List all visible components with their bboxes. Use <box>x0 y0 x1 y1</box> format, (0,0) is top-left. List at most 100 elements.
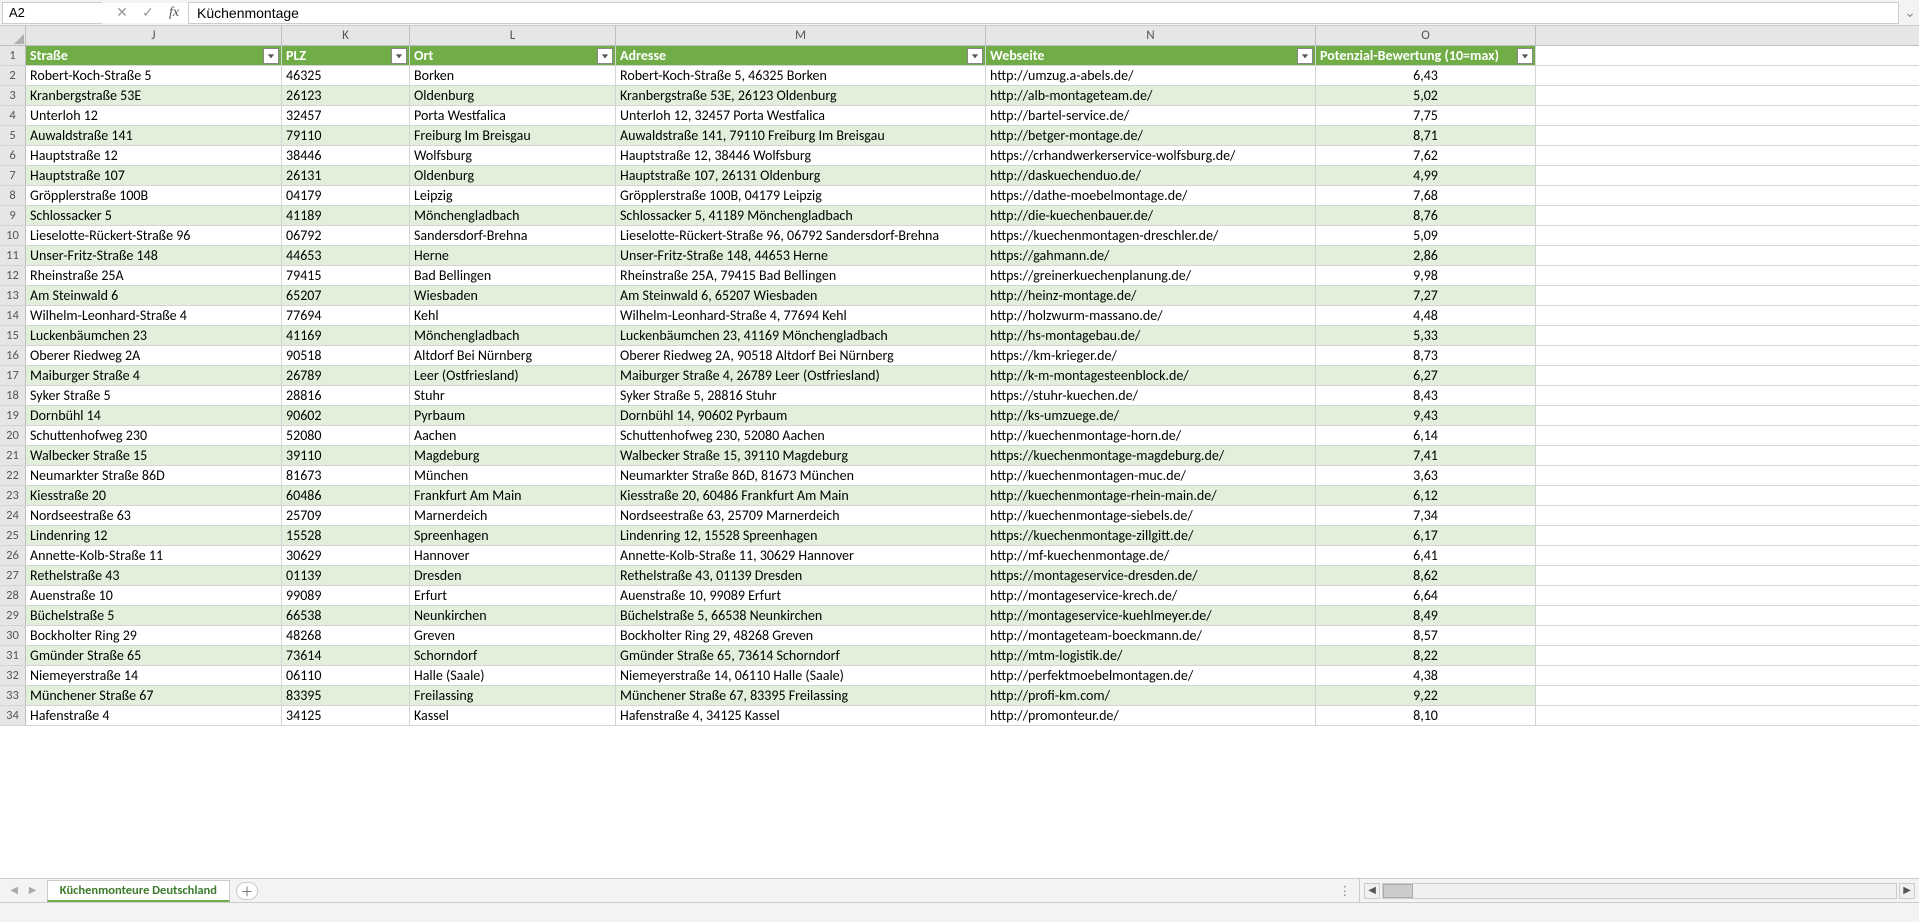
cell-O[interactable]: 8,73 <box>1316 346 1536 365</box>
cell-L[interactable]: Porta Westfalica <box>410 106 616 125</box>
cell-L[interactable]: Stuhr <box>410 386 616 405</box>
cell-M[interactable]: Kranbergstraße 53E, 26123 Oldenburg <box>616 86 986 105</box>
cell-O[interactable]: 5,33 <box>1316 326 1536 345</box>
cell-L[interactable]: Schorndorf <box>410 646 616 665</box>
cell-O[interactable]: 5,09 <box>1316 226 1536 245</box>
cell-K[interactable]: 38446 <box>282 146 410 165</box>
row-header[interactable]: 31 <box>0 646 26 665</box>
cell-K[interactable]: 04179 <box>282 186 410 205</box>
tab-split-handle[interactable]: ⋮ <box>1333 883 1360 899</box>
cell-L[interactable]: Leipzig <box>410 186 616 205</box>
cell-K[interactable]: 44653 <box>282 246 410 265</box>
cell-N[interactable]: https://km-krieger.de/ <box>986 346 1316 365</box>
cell-N[interactable]: http://kuechenmontage-rhein-main.de/ <box>986 486 1316 505</box>
filter-button[interactable] <box>597 48 613 64</box>
cell-M[interactable]: Schuttenhofweg 230, 52080 Aachen <box>616 426 986 445</box>
cell-L[interactable]: Wiesbaden <box>410 286 616 305</box>
cell-K[interactable]: 30629 <box>282 546 410 565</box>
cell-M[interactable]: Rheinstraße 25A, 79415 Bad Bellingen <box>616 266 986 285</box>
cell-O[interactable]: 8,57 <box>1316 626 1536 645</box>
cell-J[interactable]: Kranbergstraße 53E <box>26 86 282 105</box>
scroll-right-button[interactable]: ► <box>1899 883 1915 899</box>
cell-L[interactable]: Herne <box>410 246 616 265</box>
cell-M[interactable]: Rethelstraße 43, 01139 Dresden <box>616 566 986 585</box>
cell-K[interactable]: 01139 <box>282 566 410 585</box>
cell-O[interactable]: 2,86 <box>1316 246 1536 265</box>
cell-L[interactable]: Wolfsburg <box>410 146 616 165</box>
column-header-O[interactable]: O <box>1316 26 1536 45</box>
row-header[interactable]: 23 <box>0 486 26 505</box>
cell-N[interactable]: http://perfektmoebelmontagen.de/ <box>986 666 1316 685</box>
scroll-track[interactable] <box>1382 883 1897 899</box>
cell-K[interactable]: 65207 <box>282 286 410 305</box>
cell-O[interactable]: 6,12 <box>1316 486 1536 505</box>
cell-O[interactable]: 4,99 <box>1316 166 1536 185</box>
cell-J[interactable]: Neumarkter Straße 86D <box>26 466 282 485</box>
cell-O[interactable]: 8,71 <box>1316 126 1536 145</box>
scroll-left-button[interactable]: ◄ <box>1364 883 1380 899</box>
column-header-J[interactable]: J <box>26 26 282 45</box>
cell-J[interactable]: Gröpplerstraße 100B <box>26 186 282 205</box>
cell-N[interactable]: http://holzwurm-massano.de/ <box>986 306 1316 325</box>
cell-N[interactable]: https://stuhr-kuechen.de/ <box>986 386 1316 405</box>
cell-J[interactable]: Unterloh 12 <box>26 106 282 125</box>
cell-O[interactable]: 6,43 <box>1316 66 1536 85</box>
cell-K[interactable]: 28816 <box>282 386 410 405</box>
cell-L[interactable]: Mönchengladbach <box>410 326 616 345</box>
cell-N[interactable]: https://gahmann.de/ <box>986 246 1316 265</box>
cell-J[interactable]: Oberer Riedweg 2A <box>26 346 282 365</box>
cell-K[interactable]: 52080 <box>282 426 410 445</box>
cell-J[interactable]: Wilhelm-Leonhard-Straße 4 <box>26 306 282 325</box>
cell-N[interactable]: http://montageservice-kuehlmeyer.de/ <box>986 606 1316 625</box>
cell-M[interactable]: Nordseestraße 63, 25709 Marnerdeich <box>616 506 986 525</box>
cell-K[interactable]: 66538 <box>282 606 410 625</box>
cell-O[interactable]: 8,76 <box>1316 206 1536 225</box>
cell-J[interactable]: Hauptstraße 107 <box>26 166 282 185</box>
cell-N[interactable]: http://die-kuechenbauer.de/ <box>986 206 1316 225</box>
cell-M[interactable]: Büchelstraße 5, 66538 Neunkirchen <box>616 606 986 625</box>
cell-M[interactable]: Maiburger Straße 4, 26789 Leer (Ostfries… <box>616 366 986 385</box>
scroll-thumb[interactable] <box>1383 884 1413 898</box>
cell-J[interactable]: Syker Straße 5 <box>26 386 282 405</box>
cell-O[interactable]: 6,17 <box>1316 526 1536 545</box>
cell-K[interactable]: 26789 <box>282 366 410 385</box>
cell-L[interactable]: Kassel <box>410 706 616 725</box>
cell-M[interactable]: Walbecker Straße 15, 39110 Magdeburg <box>616 446 986 465</box>
cell-O[interactable]: 3,63 <box>1316 466 1536 485</box>
cell-J[interactable]: Niemeyerstraße 14 <box>26 666 282 685</box>
cell-N[interactable]: http://mf-kuechenmontage.de/ <box>986 546 1316 565</box>
filter-button[interactable] <box>967 48 983 64</box>
cell-L[interactable]: Kehl <box>410 306 616 325</box>
cell-K[interactable]: 41169 <box>282 326 410 345</box>
cell-M[interactable]: Neumarkter Straße 86D, 81673 München <box>616 466 986 485</box>
cell-O[interactable]: 9,22 <box>1316 686 1536 705</box>
cell-M[interactable]: Auenstraße 10, 99089 Erfurt <box>616 586 986 605</box>
filter-button[interactable] <box>391 48 407 64</box>
fx-icon[interactable]: fx <box>166 5 182 21</box>
cell-M[interactable]: Dornbühl 14, 90602 Pyrbaum <box>616 406 986 425</box>
cell-M[interactable]: Oberer Riedweg 2A, 90518 Altdorf Bei Nür… <box>616 346 986 365</box>
cell-J[interactable]: Robert-Koch-Straße 5 <box>26 66 282 85</box>
cell-N[interactable]: http://profi-km.com/ <box>986 686 1316 705</box>
cell-K[interactable]: 06110 <box>282 666 410 685</box>
cell-L[interactable]: Magdeburg <box>410 446 616 465</box>
cell-J[interactable]: Hauptstraße 12 <box>26 146 282 165</box>
cell-J[interactable]: Dornbühl 14 <box>26 406 282 425</box>
cell-J[interactable]: Nordseestraße 63 <box>26 506 282 525</box>
cell-L[interactable]: Greven <box>410 626 616 645</box>
formula-expand-icon[interactable]: ⌄ <box>1901 4 1919 21</box>
formula-input[interactable] <box>188 2 1899 24</box>
cell-K[interactable]: 90518 <box>282 346 410 365</box>
cell-L[interactable]: Sandersdorf-Brehna <box>410 226 616 245</box>
row-header[interactable]: 9 <box>0 206 26 225</box>
cell-N[interactable]: http://alb-montageteam.de/ <box>986 86 1316 105</box>
cell-L[interactable]: Pyrbaum <box>410 406 616 425</box>
cell-N[interactable]: http://promonteur.de/ <box>986 706 1316 725</box>
row-header[interactable]: 25 <box>0 526 26 545</box>
cell-J[interactable]: Auenstraße 10 <box>26 586 282 605</box>
cell-O[interactable]: 8,43 <box>1316 386 1536 405</box>
row-header[interactable]: 15 <box>0 326 26 345</box>
cell-O[interactable]: 6,64 <box>1316 586 1536 605</box>
cell-K[interactable]: 26131 <box>282 166 410 185</box>
cell-K[interactable]: 48268 <box>282 626 410 645</box>
